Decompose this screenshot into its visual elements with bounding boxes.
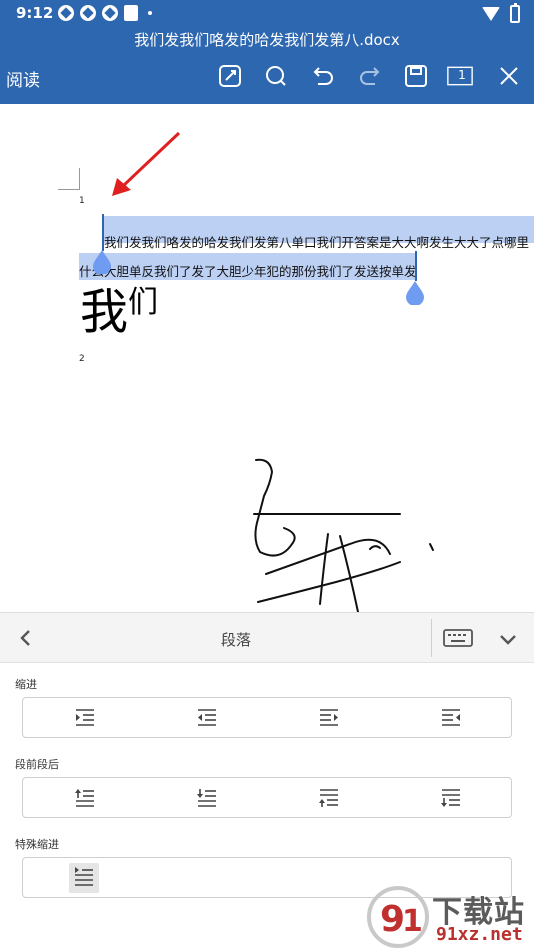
page-margin-corner (58, 168, 80, 190)
section-label-spacing: 段前段后 (15, 758, 59, 771)
page-number: 2 (79, 354, 85, 364)
wifi-icon (482, 7, 500, 21)
remove-space-before-icon[interactable] (317, 786, 341, 810)
section-label-special-indent: 特殊缩进 (15, 838, 59, 851)
notification-app-icon (80, 5, 96, 21)
text-run[interactable]: 们 (128, 288, 158, 318)
remove-space-after-icon[interactable] (439, 786, 463, 810)
close-icon[interactable] (496, 63, 522, 89)
document-text-line[interactable]: 我们发我们咯发的哈发我们发第八单口我们开答案是大大啊发生大大了点哪里 (104, 232, 529, 251)
increase-indent-icon[interactable] (73, 706, 97, 730)
save-icon[interactable] (403, 63, 429, 89)
section-label-indent: 缩进 (15, 678, 37, 691)
notification-square-icon (124, 5, 138, 21)
selection-start-cursor (102, 214, 104, 251)
read-mode-button[interactable]: 阅读 (6, 66, 40, 91)
selection-end-handle[interactable] (406, 281, 424, 305)
status-right-icons (482, 3, 520, 23)
page-view-icon[interactable]: 1 (447, 63, 477, 89)
chevron-down-icon[interactable] (497, 628, 519, 650)
document-canvas[interactable]: 1 我们发我们咯发的哈发我们发第八单口我们开答案是大大啊发生大大了点哪里 什么大… (0, 104, 534, 612)
notification-icons (58, 5, 152, 21)
header-divider (431, 619, 432, 657)
battery-icon (510, 3, 520, 23)
panel-title: 段落 (220, 631, 251, 649)
selection-start-handle[interactable] (93, 250, 111, 274)
panel-header: 段落 (0, 613, 534, 663)
decrease-indent-icon[interactable] (195, 706, 219, 730)
space-before-icon[interactable] (73, 786, 97, 810)
undo-icon[interactable] (310, 63, 336, 89)
edit-icon[interactable] (217, 63, 243, 89)
notification-app-icon (58, 5, 74, 21)
redo-icon[interactable] (357, 63, 383, 89)
page-indicator: 1 (458, 68, 466, 82)
more-notifications-dot-icon (148, 11, 152, 15)
handwriting-ink[interactable] (240, 444, 440, 612)
document-title: 我们发我们咯发的哈发我们发第八.docx (134, 31, 400, 49)
watermark: 9 1 下载站 91xz.net (366, 885, 534, 950)
search-icon[interactable] (263, 63, 289, 89)
screen: 9:12 我们发我们咯发的哈发我们发第八.docx 阅读 1 1 我们发我们咯发… (0, 0, 534, 950)
spacing-button-group (22, 777, 512, 818)
svg-text:1: 1 (402, 904, 423, 939)
watermark-url: 91xz.net (436, 924, 523, 945)
space-after-icon[interactable] (195, 786, 219, 810)
selection-end-cursor (415, 251, 417, 281)
status-time: 9:12 (16, 4, 54, 22)
keyboard-icon[interactable] (443, 628, 473, 648)
large-text[interactable]: 我 (80, 288, 128, 336)
notification-app-icon (102, 5, 118, 21)
app-bar: 我们发我们咯发的哈发我们发第八.docx 阅读 1 (0, 28, 534, 104)
indent-button-group (22, 697, 512, 738)
indent-right-icon[interactable] (317, 706, 341, 730)
document-text-line[interactable]: 什么大胆单反我们了发了大胆少年犯的那份我们了发送按单发 (79, 261, 417, 280)
first-line-indent-icon[interactable] (69, 863, 99, 893)
indent-left-icon[interactable] (439, 706, 463, 730)
status-bar: 9:12 (0, 0, 534, 28)
watermark-logo-icon: 9 1 (367, 886, 429, 948)
page-number: 1 (79, 196, 85, 206)
